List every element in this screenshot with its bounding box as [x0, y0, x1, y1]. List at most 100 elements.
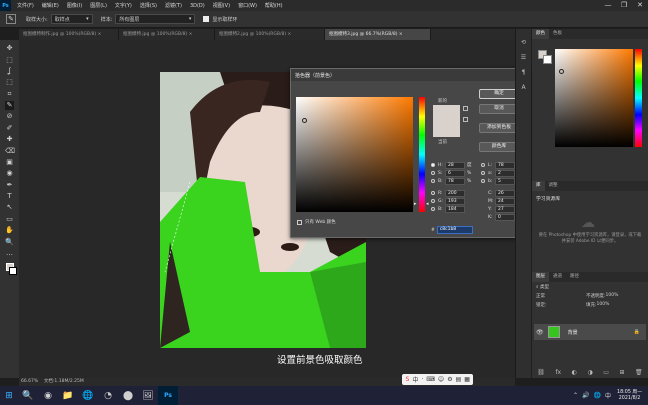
- trash-icon[interactable]: 🗑: [635, 369, 643, 376]
- ok-button[interactable]: 确定: [479, 89, 519, 99]
- h-input[interactable]: 28: [445, 161, 465, 169]
- hue-slider-left-arrow-icon[interactable]: ▸: [414, 201, 417, 207]
- current-color-preview[interactable]: [433, 121, 460, 137]
- color-panel-hue-slider[interactable]: [635, 49, 642, 147]
- chrome-icon[interactable]: ◔: [98, 386, 118, 405]
- y-input[interactable]: 27: [495, 205, 515, 213]
- crop-tool-icon[interactable]: ⌗: [5, 90, 14, 99]
- zoom-level[interactable]: 66.67%: [21, 379, 38, 384]
- tab-channels[interactable]: 通道: [549, 272, 566, 282]
- task-view-icon[interactable]: ◉: [38, 386, 58, 405]
- fx-icon[interactable]: fx: [555, 369, 561, 376]
- menu-select[interactable]: 选择(S): [140, 2, 157, 9]
- ime-menu-icon[interactable]: ▤: [456, 376, 462, 383]
- r-radio[interactable]: [431, 191, 435, 195]
- a-radio[interactable]: [481, 171, 485, 175]
- file-explorer-icon[interactable]: 📁: [58, 386, 78, 405]
- hex-input[interactable]: c8c1b8: [436, 226, 473, 234]
- lab-b-input[interactable]: 5: [495, 177, 515, 185]
- h-radio[interactable]: [431, 163, 435, 167]
- tab-paths[interactable]: 路径: [566, 272, 583, 282]
- color-libraries-button[interactable]: 颜色库: [479, 142, 519, 152]
- menu-filter[interactable]: 滤镜(T): [165, 2, 182, 9]
- web-only-checkbox[interactable]: [297, 219, 302, 225]
- move-tool-icon[interactable]: ✥: [5, 44, 14, 53]
- web-safe-warning-icon[interactable]: [463, 117, 468, 122]
- color-panel-marker[interactable]: [559, 69, 564, 74]
- tab-libraries[interactable]: 库: [532, 181, 545, 191]
- add-to-swatches-button[interactable]: 添加到色板: [479, 123, 519, 133]
- ime-punct-icon[interactable]: ·: [421, 376, 423, 383]
- brush-tool-icon[interactable]: ✐: [5, 124, 14, 133]
- close-icon[interactable]: ✕: [632, 0, 648, 11]
- ime-grid-icon[interactable]: ▦: [464, 376, 470, 383]
- menu-layer[interactable]: 图层(L): [90, 2, 107, 9]
- ime-logo-icon[interactable]: S: [406, 376, 410, 383]
- settings-icon[interactable]: ⚙: [447, 376, 452, 383]
- healing-tool-icon[interactable]: ⊘: [5, 112, 14, 121]
- g-radio[interactable]: [431, 199, 435, 203]
- history-icon[interactable]: ⟲: [521, 39, 526, 46]
- r-input[interactable]: 200: [445, 189, 465, 197]
- clock[interactable]: 18:05 周一 2021/8/2: [617, 390, 642, 402]
- ime-mode[interactable]: 中: [412, 375, 418, 384]
- menu-type[interactable]: 文字(Y): [115, 2, 132, 9]
- emoji-icon[interactable]: ☺: [438, 376, 444, 383]
- properties-icon[interactable]: ☰: [521, 54, 526, 61]
- menu-edit[interactable]: 编辑(E): [42, 2, 59, 9]
- lab-b-radio[interactable]: [481, 179, 485, 183]
- new-layer-icon[interactable]: ⊞: [619, 369, 624, 376]
- hand-tool-icon[interactable]: ✋: [5, 226, 14, 235]
- tab-document-3[interactable]: 抠图模特2.jpg @ 100%(RGB/8) ×: [215, 29, 325, 40]
- tab-document-4[interactable]: 抠图模特3.jpg @ 66.7%(RGB/8) ×: [325, 29, 431, 40]
- opacity-input[interactable]: 100%: [606, 293, 619, 298]
- eyedropper-tool-icon[interactable]: ✎: [5, 101, 14, 111]
- m-input[interactable]: 24: [495, 197, 515, 205]
- network-icon[interactable]: 🌐: [594, 392, 601, 399]
- tab-document-2[interactable]: 抠图模特.jpg @ 100%(RGB/8) ×: [119, 29, 215, 40]
- photos-icon[interactable]: 🖼: [138, 386, 158, 405]
- web-only-option[interactable]: 只有 Web 颜色: [297, 219, 336, 225]
- g-input[interactable]: 193: [445, 197, 465, 205]
- show-ring-checkbox[interactable]: [203, 16, 210, 22]
- adjustment-layer-icon[interactable]: ◑: [587, 369, 592, 376]
- path-select-tool-icon[interactable]: ↖: [5, 203, 14, 212]
- cancel-button[interactable]: 取消: [479, 104, 519, 114]
- quick-select-tool-icon[interactable]: ⬚: [5, 78, 14, 87]
- layer-row[interactable]: 👁 背景 🔒: [534, 324, 646, 340]
- keyboard-icon[interactable]: ⌨: [426, 376, 435, 383]
- dialog-titlebar[interactable]: 拾色器（前景色） ✕: [291, 69, 529, 81]
- pen-tool-icon[interactable]: ✒: [5, 181, 14, 190]
- s-radio[interactable]: [431, 171, 435, 175]
- paragraph-icon[interactable]: ¶: [522, 69, 526, 76]
- menu-image[interactable]: 图像(I): [67, 2, 82, 9]
- more-tools-icon[interactable]: …: [5, 249, 14, 258]
- color-panel-field[interactable]: [555, 49, 633, 147]
- dodge-tool-icon[interactable]: ◉: [5, 169, 14, 178]
- tab-adjustments[interactable]: 调整: [545, 181, 562, 191]
- menu-file[interactable]: 文件(F): [17, 2, 34, 9]
- hue-slider-right-arrow-icon[interactable]: ◂: [426, 201, 429, 207]
- tab-swatches[interactable]: 色板: [549, 29, 566, 39]
- brightness-radio[interactable]: [431, 179, 435, 183]
- volume-icon[interactable]: 🔊: [582, 392, 589, 399]
- eyedropper-icon[interactable]: ✎: [6, 14, 16, 24]
- type-tool-icon[interactable]: T: [5, 192, 14, 201]
- search-icon[interactable]: 🔍: [18, 386, 38, 405]
- saturation-brightness-field[interactable]: [296, 97, 413, 212]
- tab-color[interactable]: 颜色: [532, 29, 549, 39]
- eye-icon[interactable]: 👁: [536, 329, 544, 336]
- input-language-icon[interactable]: 中: [605, 391, 611, 400]
- a-input[interactable]: 2: [495, 169, 515, 177]
- shape-tool-icon[interactable]: ▭: [5, 215, 14, 224]
- layer-kind-select[interactable]: 类型: [540, 284, 549, 290]
- stamp-tool-icon[interactable]: ✚: [5, 135, 14, 144]
- lasso-tool-icon[interactable]: ʆ: [5, 67, 14, 76]
- blend-mode-select[interactable]: 正常: [536, 293, 586, 299]
- eraser-tool-icon[interactable]: ⌫: [5, 147, 15, 156]
- tray-expand-icon[interactable]: ⌃: [573, 392, 578, 399]
- background-color-swatch[interactable]: [8, 267, 17, 276]
- group-icon[interactable]: ▭: [603, 369, 609, 376]
- browser-icon[interactable]: 🌐: [78, 386, 98, 405]
- marquee-tool-icon[interactable]: ⬚: [5, 56, 14, 65]
